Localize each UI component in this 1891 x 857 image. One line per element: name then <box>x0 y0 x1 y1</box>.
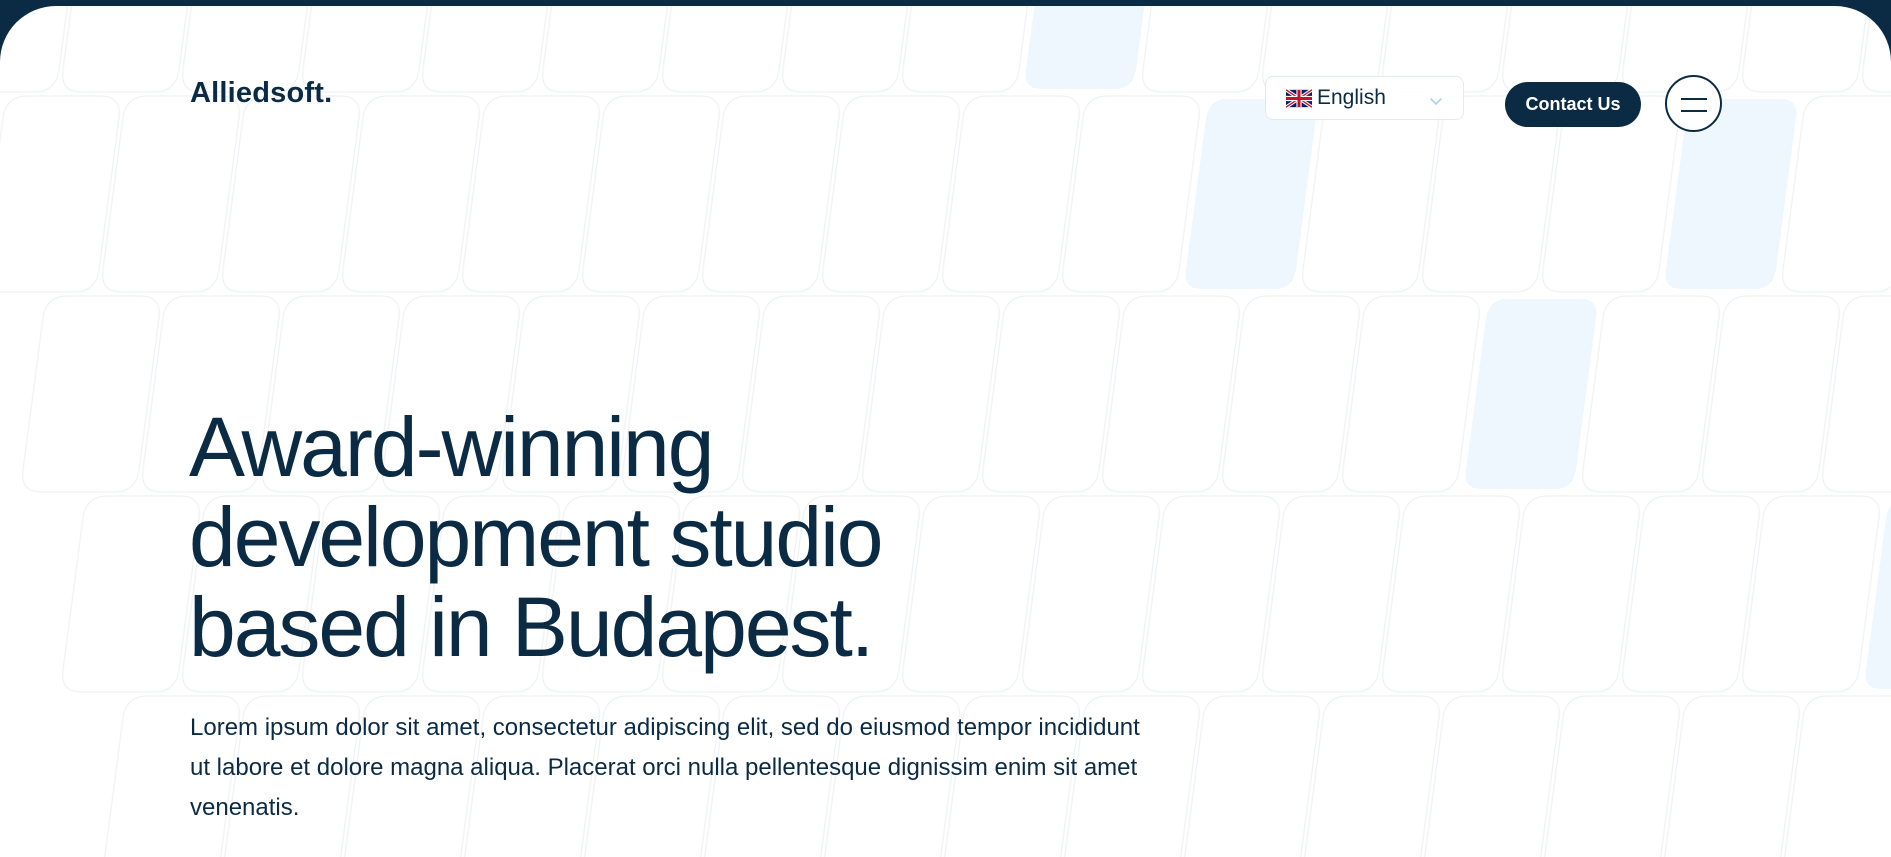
pattern-tile <box>581 95 721 293</box>
pattern-tile <box>701 95 841 293</box>
pattern-tile <box>541 6 669 93</box>
pattern-tile <box>661 6 789 93</box>
pattern-tile <box>821 95 961 293</box>
pattern-tile <box>1221 295 1361 493</box>
pattern-tile <box>1261 495 1401 693</box>
pattern-tile <box>421 6 549 93</box>
pattern-tile <box>21 295 161 493</box>
language-select[interactable]: English <box>1265 76 1464 120</box>
pattern-tile <box>941 95 1081 293</box>
pattern-tile <box>1303 695 1441 857</box>
pattern-tile <box>341 95 481 293</box>
pattern-tile <box>1501 495 1641 693</box>
hero-title: Award-winning development studio based i… <box>189 402 1189 672</box>
language-label: English <box>1317 86 1386 109</box>
hero-title-line: development studio <box>189 490 883 584</box>
pattern-tile <box>1741 6 1869 93</box>
pattern-tile <box>61 6 189 93</box>
pattern-tile <box>1179 93 1323 295</box>
pattern-tile <box>1183 695 1321 857</box>
pattern-tile <box>0 6 69 93</box>
pattern-tile <box>1423 695 1561 857</box>
pattern-tile <box>1301 95 1441 293</box>
pattern-tile <box>1459 293 1603 495</box>
pattern-tile <box>461 95 601 293</box>
pattern-tile <box>1341 295 1481 493</box>
hero-title-line: Award-winning <box>189 400 714 494</box>
menu-button[interactable] <box>1665 75 1722 132</box>
pattern-tile <box>1741 495 1881 693</box>
hamburger-menu-icon <box>1681 98 1707 112</box>
pattern-tile <box>0 95 121 293</box>
page-frame: Alliedsoft. English Contact Us Award-win… <box>0 6 1891 857</box>
hero-description: Lorem ipsum dolor sit amet, consectetur … <box>190 714 1140 821</box>
hero-title-line: based in Budapest. <box>189 580 874 674</box>
uk-flag-icon <box>1285 87 1313 109</box>
pattern-tile <box>1859 497 1891 695</box>
pattern-tile <box>1501 6 1629 93</box>
pattern-tile <box>1381 495 1521 693</box>
pattern-tile <box>101 95 241 293</box>
pattern-tile <box>1019 6 1151 95</box>
pattern-tile <box>781 6 909 93</box>
pattern-tile <box>1141 6 1269 93</box>
pattern-tile <box>1061 95 1201 293</box>
pattern-tile <box>901 6 1029 93</box>
pattern-tile <box>1701 295 1841 493</box>
chevron-down-icon <box>1429 94 1443 105</box>
logo[interactable]: Alliedsoft. <box>190 79 332 108</box>
pattern-tile <box>221 95 361 293</box>
pattern-tile <box>61 495 201 693</box>
contact-us-button[interactable]: Contact Us <box>1505 82 1641 127</box>
pattern-tile <box>1581 295 1721 493</box>
pattern-tile <box>1543 695 1681 857</box>
pattern-tile <box>1663 695 1801 857</box>
pattern-tile <box>1821 295 1891 493</box>
pattern-tile <box>1861 6 1891 93</box>
pattern-tile <box>1621 495 1761 693</box>
